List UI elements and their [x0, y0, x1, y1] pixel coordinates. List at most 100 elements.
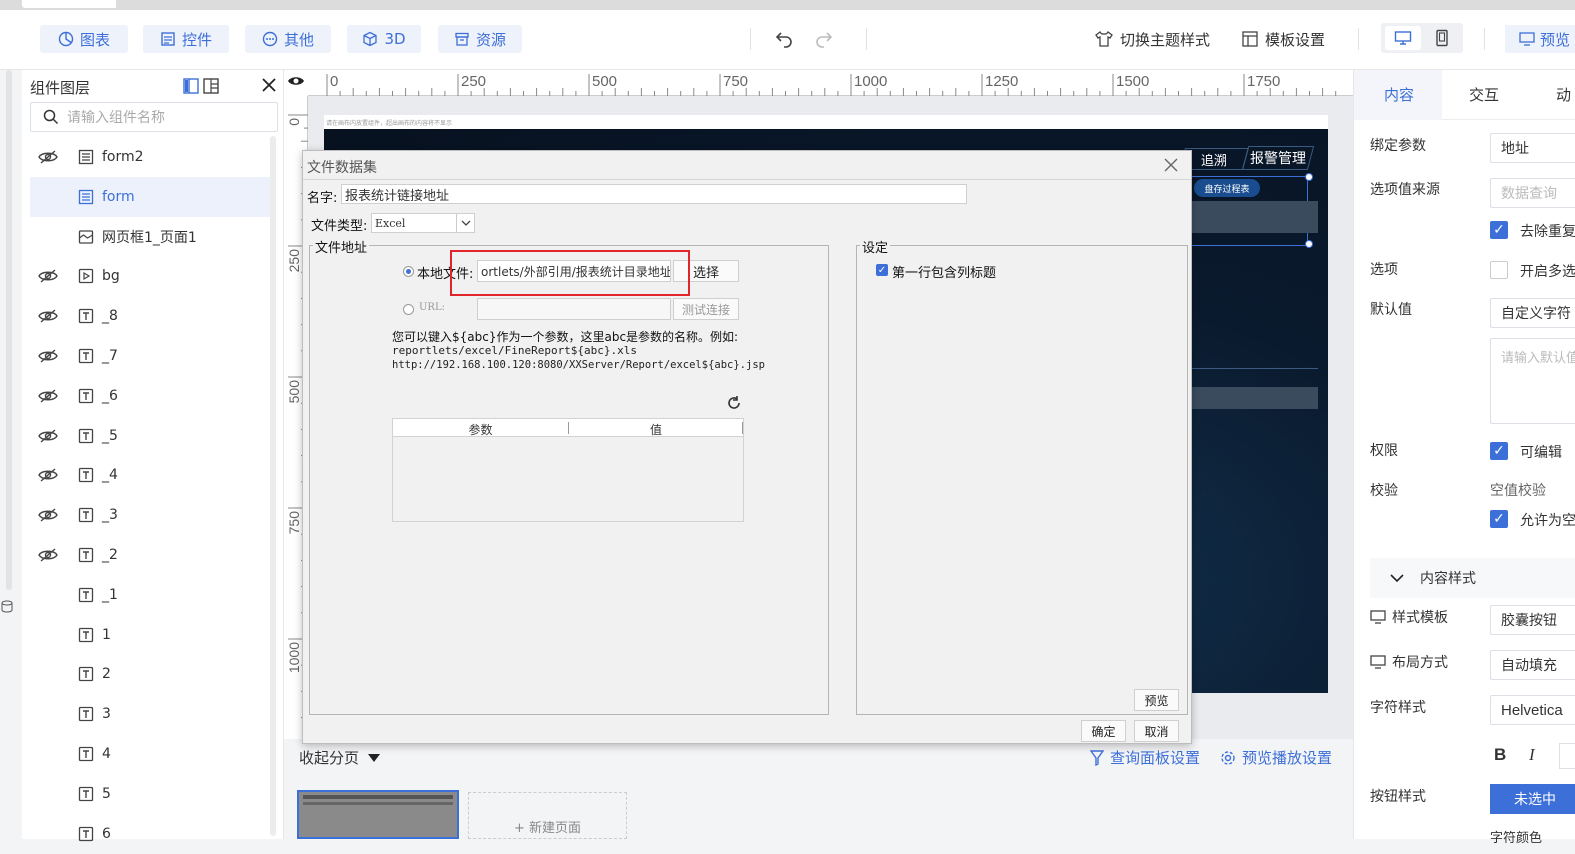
- allow-empty-checkbox[interactable]: ✓: [1490, 510, 1508, 528]
- eye-off-icon[interactable]: [38, 150, 58, 164]
- option-source-select[interactable]: 数据查询: [1490, 178, 1575, 208]
- layout-select[interactable]: 自动填充: [1490, 650, 1575, 680]
- default-value-label: 默认值: [1370, 302, 1412, 318]
- layer-item[interactable]: 3: [30, 694, 272, 734]
- tab-content[interactable]: 内容: [1384, 84, 1414, 105]
- page-thumbnail[interactable]: [297, 790, 459, 839]
- eye-off-icon[interactable]: [38, 429, 58, 443]
- first-row-header-checkbox[interactable]: ✓: [876, 264, 888, 276]
- layer-item[interactable]: _8: [30, 296, 272, 336]
- layer-item-label: form: [102, 188, 135, 205]
- content-style-section[interactable]: 内容样式: [1370, 558, 1575, 598]
- preview-button[interactable]: 预览: [1505, 25, 1575, 53]
- default-value-select[interactable]: 自定义字符: [1490, 298, 1575, 328]
- eye-off-icon[interactable]: [38, 548, 58, 562]
- layer-item[interactable]: _2: [30, 535, 272, 575]
- bind-param-label: 绑定参数: [1370, 138, 1426, 154]
- widget-button[interactable]: 控件: [143, 25, 229, 53]
- mobile-icon[interactable]: [1425, 26, 1459, 50]
- layer-item[interactable]: form2: [30, 137, 272, 177]
- test-connection-button[interactable]: 测试连接: [673, 298, 739, 320]
- database-icon[interactable]: [0, 600, 16, 616]
- empty-check-label: 空值校验: [1490, 483, 1546, 499]
- file-type-select[interactable]: Excel: [371, 213, 475, 233]
- chart-button[interactable]: 图表: [40, 25, 128, 53]
- undo-icon[interactable]: [772, 26, 796, 50]
- layer-item[interactable]: 2: [30, 654, 272, 694]
- tab-animation[interactable]: 动: [1556, 84, 1571, 105]
- italic-button[interactable]: I: [1529, 745, 1535, 765]
- font-family-select[interactable]: Helvetica: [1490, 695, 1575, 725]
- name-input[interactable]: 报表统计链接地址: [341, 184, 967, 204]
- close-icon[interactable]: [260, 76, 278, 94]
- theme-switch-button[interactable]: 切换主题样式: [1094, 28, 1210, 50]
- eye-off-icon[interactable]: [38, 468, 58, 482]
- redo-icon[interactable]: [812, 26, 836, 50]
- eye-off-icon[interactable]: [38, 269, 58, 283]
- local-file-radio[interactable]: [403, 266, 414, 277]
- layer-item-label: _4: [102, 467, 118, 484]
- tab-interaction[interactable]: 交互: [1469, 84, 1499, 105]
- 3d-button[interactable]: 3D: [347, 25, 421, 53]
- editable-checkbox[interactable]: ✓: [1490, 442, 1508, 460]
- layout-left-icon[interactable]: [182, 77, 200, 95]
- preview-play-settings[interactable]: 预览播放设置: [1220, 747, 1332, 768]
- layer-item[interactable]: 5: [30, 774, 272, 814]
- param-column-header: 参数: [468, 423, 493, 437]
- layout-right-icon[interactable]: [202, 77, 220, 95]
- name-label: 名字:: [307, 191, 338, 206]
- eye-off-icon[interactable]: [38, 389, 58, 403]
- refresh-icon[interactable]: [726, 395, 742, 411]
- new-page-label: + 新建页面: [513, 821, 582, 836]
- layer-item[interactable]: 1: [30, 615, 272, 655]
- bold-button[interactable]: B: [1494, 745, 1506, 765]
- multi-select-checkbox[interactable]: [1490, 261, 1508, 279]
- layer-item[interactable]: _3: [30, 495, 272, 535]
- new-page-button[interactable]: + 新建页面: [468, 792, 627, 839]
- layer-item[interactable]: 4: [30, 734, 272, 774]
- layer-item[interactable]: _4: [30, 455, 272, 495]
- ok-button[interactable]: 确定: [1081, 720, 1126, 742]
- font-size-input[interactable]: [1559, 743, 1575, 769]
- layer-item-label: 网页框1_页面1: [102, 229, 197, 246]
- bind-param-input[interactable]: 地址: [1490, 133, 1575, 163]
- layer-item[interactable]: _5: [30, 416, 272, 456]
- resource-button[interactable]: 资源: [438, 25, 522, 53]
- eye-off-icon[interactable]: [38, 349, 58, 363]
- rail-scrollbar[interactable]: [6, 70, 12, 590]
- cancel-button[interactable]: 取消: [1134, 720, 1179, 742]
- preview-data-button[interactable]: 预览: [1134, 689, 1179, 711]
- eye-off-icon[interactable]: [38, 309, 58, 323]
- layer-search-input[interactable]: 请输入组件名称: [30, 102, 278, 132]
- layer-item[interactable]: 6: [30, 814, 272, 854]
- query-panel-settings[interactable]: 查询面板设置: [1090, 747, 1200, 768]
- window-tab[interactable]: [56, 0, 116, 8]
- layer-item[interactable]: _1: [30, 575, 272, 615]
- preview-play-label: 预览播放设置: [1242, 749, 1333, 767]
- url-radio[interactable]: [403, 304, 414, 315]
- eye-off-icon[interactable]: [38, 508, 58, 522]
- resize-handle[interactable]: [1305, 173, 1313, 181]
- text-icon: [78, 547, 94, 563]
- eye-icon[interactable]: [287, 74, 305, 88]
- layer-item[interactable]: form: [30, 176, 272, 217]
- default-value-textarea[interactable]: 请输入默认值: [1490, 338, 1575, 424]
- layer-item-label: 2: [102, 666, 111, 683]
- layer-item[interactable]: 网页框1_页面1: [30, 217, 272, 257]
- collapse-pages-button[interactable]: 收起分页: [299, 747, 381, 768]
- resize-handle[interactable]: [1305, 240, 1313, 248]
- desktop-icon[interactable]: [1385, 26, 1421, 50]
- text-icon: [78, 467, 94, 483]
- nav-alarm[interactable]: 报警管理: [1241, 146, 1315, 170]
- layer-item[interactable]: bg: [30, 256, 272, 296]
- layer-item[interactable]: _7: [30, 336, 272, 376]
- url-input[interactable]: [477, 298, 671, 320]
- close-icon[interactable]: [1163, 157, 1179, 173]
- layer-item[interactable]: _6: [30, 376, 272, 416]
- style-template-select[interactable]: 胶囊按钮: [1490, 605, 1575, 635]
- dedupe-checkbox[interactable]: ✓: [1490, 221, 1508, 239]
- template-settings-button[interactable]: 模板设置: [1241, 28, 1325, 50]
- unselected-style-button[interactable]: 未选中: [1490, 784, 1575, 814]
- layer-scrollbar[interactable]: [270, 136, 276, 836]
- other-button[interactable]: 其他: [245, 25, 331, 53]
